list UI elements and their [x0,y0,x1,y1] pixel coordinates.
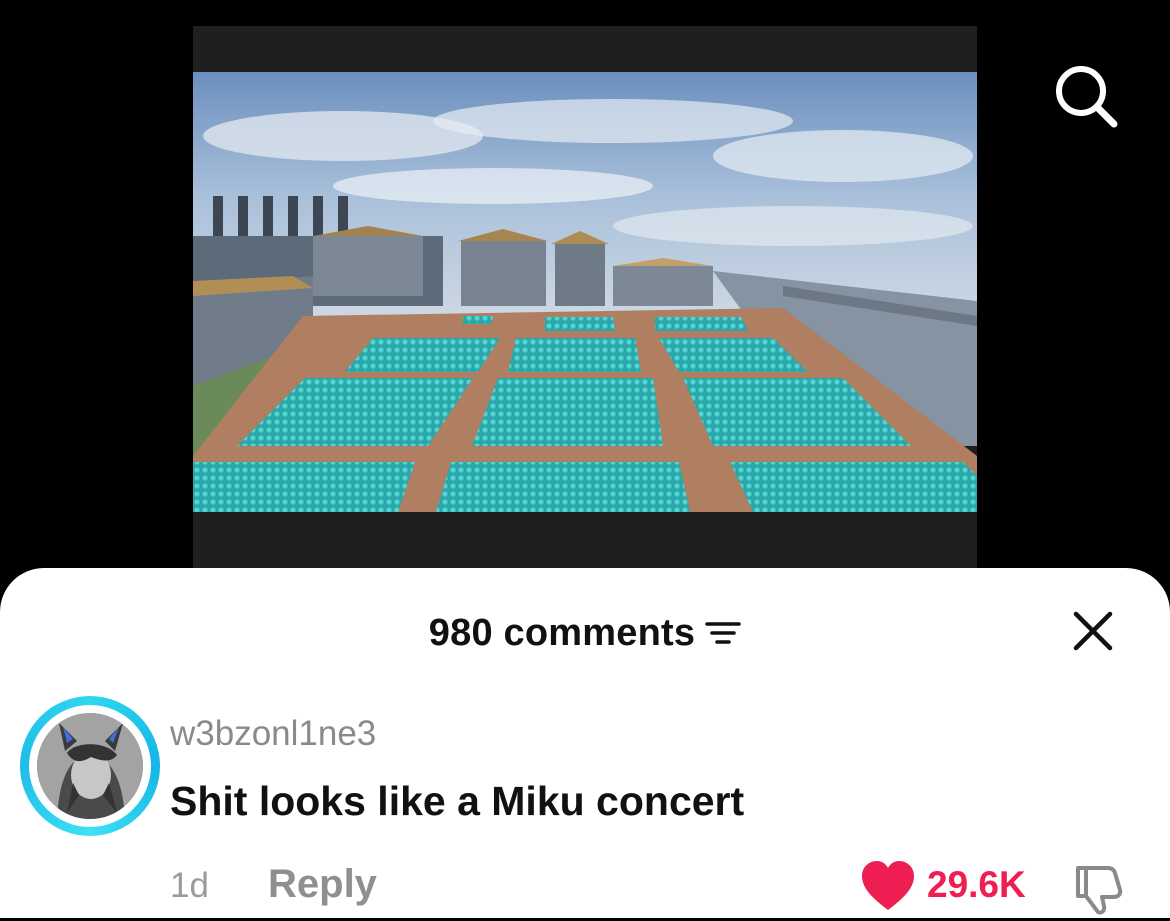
like-button[interactable] [860,860,916,914]
dislike-button[interactable] [1070,860,1126,916]
comment-username[interactable]: w3bzonl1ne3 [170,714,376,754]
video-frame-image [193,26,977,570]
avatar-story-ring[interactable] [20,696,160,836]
avatar-image [37,713,143,819]
search-button[interactable] [1050,60,1120,130]
comment-timestamp: 1d [170,866,209,905]
comments-count-title: 980 comments [428,611,696,654]
video-player[interactable] [193,26,977,570]
search-icon [1056,66,1118,128]
comment-text: Shit looks like a Miku concert [170,778,745,824]
comments-header: 980 comments [0,608,1170,658]
heart-icon [862,861,914,910]
thumbs-down-icon [1076,866,1123,915]
sort-filter-icon[interactable] [705,618,741,648]
avatar [37,713,143,819]
close-icon [1073,611,1113,651]
close-button[interactable] [1070,608,1116,654]
like-count: 29.6K [927,864,1026,905]
reply-button[interactable]: Reply [268,862,377,907]
